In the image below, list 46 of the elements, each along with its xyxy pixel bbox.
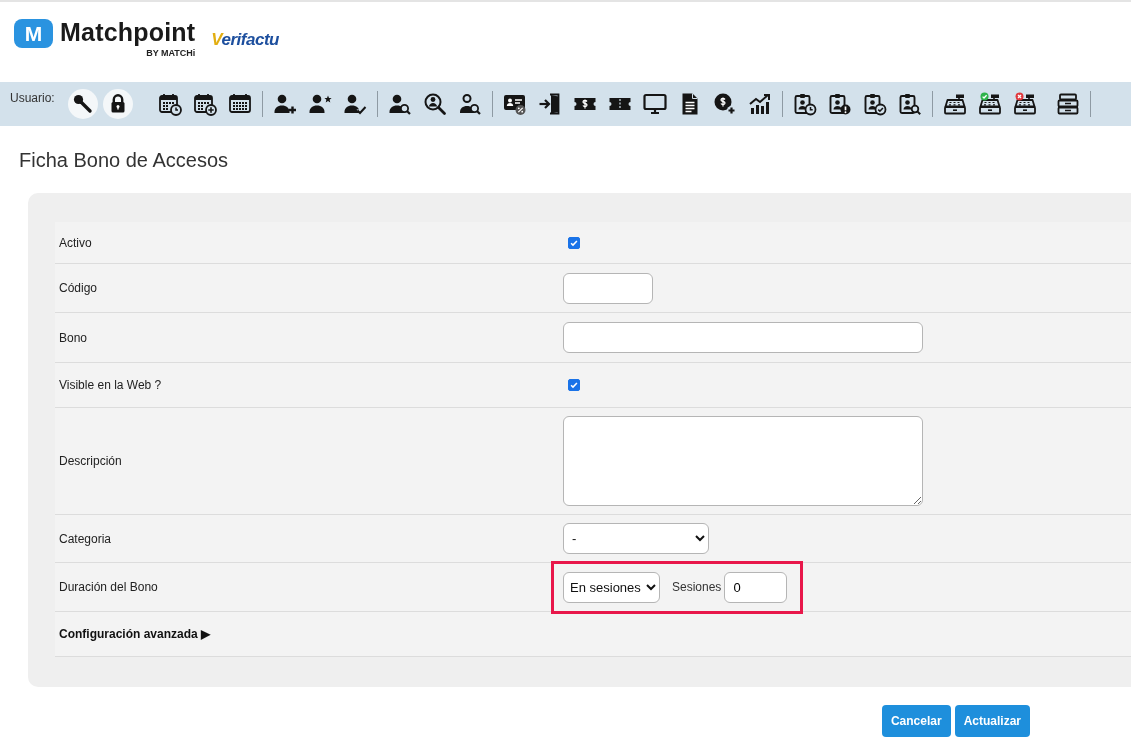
checkbox[interactable] xyxy=(568,236,580,249)
door-arrow-icon[interactable] xyxy=(537,92,562,116)
logo-mark: M xyxy=(14,19,53,48)
calendar-icon[interactable] xyxy=(227,92,252,116)
calendar-plus-icon[interactable] xyxy=(192,92,217,116)
lock-icon[interactable] xyxy=(102,89,133,119)
field-label: Bono xyxy=(59,330,88,345)
duration-dropdown[interactable]: En sesiones xyxy=(563,571,660,603)
user-search-icon[interactable] xyxy=(387,92,412,116)
sessions-label: Sesiones xyxy=(672,580,722,594)
field-label: Descripción xyxy=(59,454,122,468)
id-card-icon[interactable] xyxy=(502,92,527,116)
category-dropdown[interactable]: - xyxy=(563,523,709,554)
user-plus-icon[interactable] xyxy=(272,92,297,116)
drawer-icon[interactable] xyxy=(1055,92,1080,116)
sessions-input[interactable]: 0 xyxy=(724,571,788,603)
input-field[interactable] xyxy=(563,272,653,304)
user-label: Usuario: xyxy=(10,91,55,105)
input-field[interactable] xyxy=(563,322,923,353)
calendar-clock-icon[interactable] xyxy=(157,92,182,116)
logo-byline: BY MATCHi xyxy=(146,48,196,59)
page-title: Ficha Bono de Accesos xyxy=(19,148,228,172)
key-icon[interactable] xyxy=(67,89,98,119)
user-check-icon[interactable] xyxy=(342,92,367,116)
user-search-icon[interactable] xyxy=(457,92,482,116)
verifactu-logo: Verifactu xyxy=(211,30,279,50)
field-label: Duración del Bono xyxy=(59,580,158,594)
chart-up-icon[interactable] xyxy=(747,92,772,116)
badge-check-icon[interactable] xyxy=(862,92,887,116)
dollar-plus-icon[interactable] xyxy=(712,92,737,116)
monitor-icon[interactable] xyxy=(642,92,667,116)
field-label: Código xyxy=(59,281,98,295)
user-star-icon[interactable] xyxy=(307,92,332,116)
cash-register-icon[interactable] xyxy=(942,92,967,116)
field-label: Visible en la Web ? xyxy=(59,378,162,392)
badge-alert-icon[interactable] xyxy=(827,92,852,116)
cash-register-check-icon[interactable] xyxy=(977,92,1002,116)
cash-register-x-icon[interactable] xyxy=(1012,92,1037,116)
person-magnifier-icon[interactable] xyxy=(422,92,447,116)
badge-search-icon[interactable] xyxy=(897,92,922,116)
field-label: Categoria xyxy=(59,531,112,546)
checkbox[interactable] xyxy=(568,379,580,391)
field-label: Activo xyxy=(59,235,92,250)
advanced-settings-toggle[interactable]: Configuración avanzada ▶ xyxy=(59,627,211,641)
badge-clock-icon[interactable] xyxy=(792,92,817,116)
logo-name: Matchpoint xyxy=(60,17,196,47)
